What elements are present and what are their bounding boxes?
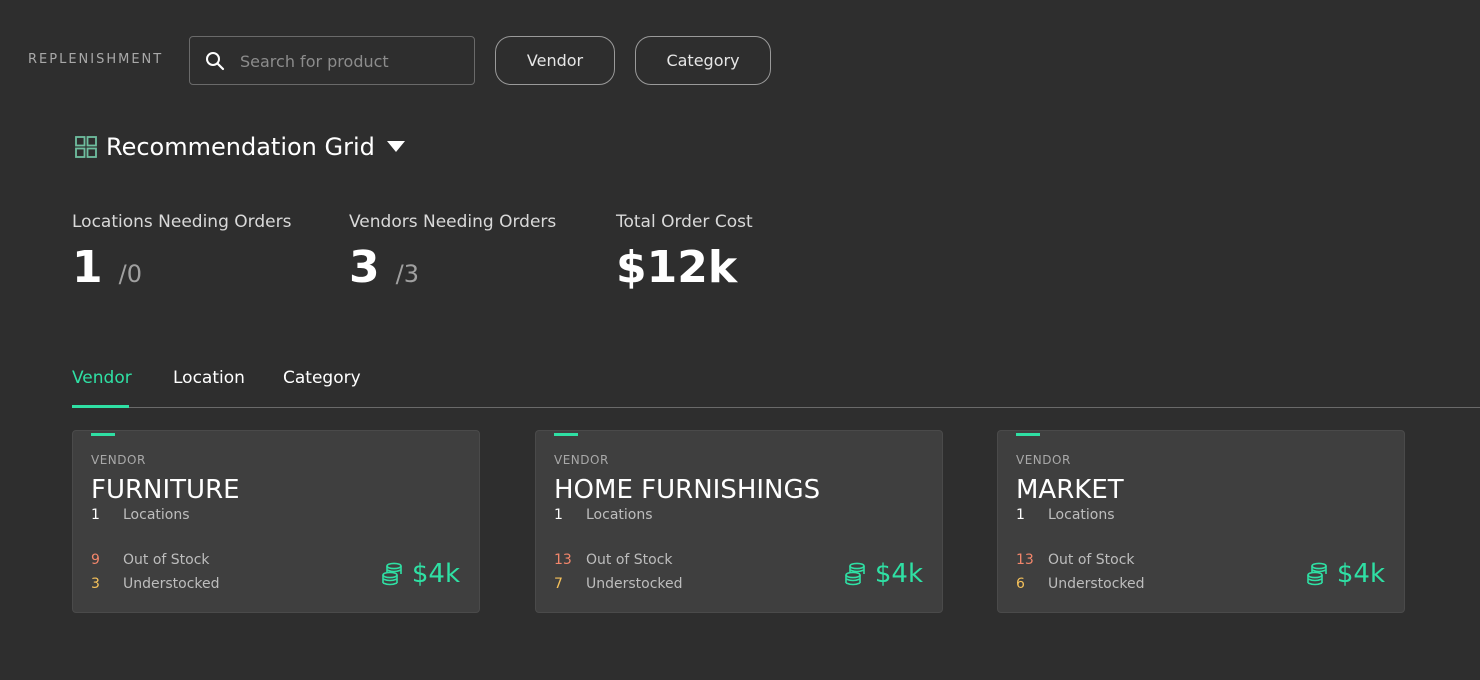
view-selector[interactable]: Recommendation Grid bbox=[74, 130, 405, 164]
out-of-stock-count: 9 bbox=[91, 552, 100, 568]
understocked-label: Understocked bbox=[123, 576, 220, 592]
metric-locations-needing-orders: Locations Needing Orders 1 /0 bbox=[72, 212, 291, 290]
grid-icon bbox=[75, 136, 97, 158]
tab-location[interactable]: Location bbox=[173, 368, 245, 388]
tab-category[interactable]: Category bbox=[283, 368, 361, 388]
tab-bar: Vendor Location Category bbox=[72, 364, 1480, 408]
card-cost: $4k bbox=[381, 559, 460, 589]
metric-label: Vendors Needing Orders bbox=[349, 212, 557, 232]
locations-count: 1 bbox=[554, 507, 563, 523]
cost-amount: $4k bbox=[411, 559, 460, 589]
card-out-of-stock: 9 Out of Stock bbox=[91, 552, 210, 568]
metric-total: /3 bbox=[395, 260, 419, 288]
metric-vendors-needing-orders: Vendors Needing Orders 3 /3 bbox=[349, 212, 556, 290]
card-out-of-stock: 13 Out of Stock bbox=[554, 552, 673, 568]
vendor-card-market[interactable]: VENDOR MARKET 1 Locations 13 Out of Stoc… bbox=[997, 430, 1405, 613]
app-label: REPLENISHMENT bbox=[28, 52, 164, 67]
metric-value: 3 bbox=[349, 242, 380, 293]
card-accent bbox=[91, 433, 115, 436]
locations-count: 1 bbox=[1016, 507, 1025, 523]
card-kicker: VENDOR bbox=[1016, 453, 1071, 467]
locations-label: Locations bbox=[123, 507, 190, 523]
search-icon bbox=[206, 52, 225, 71]
view-title: Recommendation Grid bbox=[106, 133, 375, 161]
caret-down-icon[interactable] bbox=[386, 141, 405, 153]
card-understocked: 7 Understocked bbox=[554, 576, 683, 592]
metric-value: $12k bbox=[616, 242, 738, 293]
understocked-count: 7 bbox=[554, 576, 563, 592]
locations-label: Locations bbox=[1048, 507, 1115, 523]
coins-icon bbox=[845, 562, 865, 586]
card-locations: 1 Locations bbox=[91, 507, 190, 523]
active-tab-indicator bbox=[72, 405, 129, 408]
vendor-card-home-furnishings[interactable]: VENDOR HOME FURNISHINGS 1 Locations 13 O… bbox=[535, 430, 943, 613]
cost-amount: $4k bbox=[1336, 559, 1385, 589]
vendor-card-furniture[interactable]: VENDOR FURNITURE 1 Locations 9 Out of St… bbox=[72, 430, 480, 613]
search-box[interactable] bbox=[189, 36, 475, 85]
out-of-stock-count: 13 bbox=[1016, 552, 1034, 568]
search-input[interactable] bbox=[240, 47, 460, 75]
cost-amount: $4k bbox=[874, 559, 923, 589]
metric-total-order-cost: Total Order Cost $12k bbox=[616, 212, 753, 290]
category-filter-button[interactable]: Category bbox=[635, 36, 771, 85]
card-kicker: VENDOR bbox=[91, 453, 146, 467]
locations-label: Locations bbox=[586, 507, 653, 523]
metric-total: /0 bbox=[118, 260, 142, 288]
card-cost: $4k bbox=[1306, 559, 1385, 589]
out-of-stock-label: Out of Stock bbox=[123, 552, 210, 568]
understocked-count: 3 bbox=[91, 576, 100, 592]
understocked-label: Understocked bbox=[1048, 576, 1145, 592]
card-locations: 1 Locations bbox=[1016, 507, 1115, 523]
card-accent bbox=[1016, 433, 1040, 436]
card-understocked: 3 Understocked bbox=[91, 576, 220, 592]
tab-vendor[interactable]: Vendor bbox=[72, 368, 132, 388]
out-of-stock-label: Out of Stock bbox=[1048, 552, 1135, 568]
metric-label: Locations Needing Orders bbox=[72, 212, 292, 232]
card-understocked: 6 Understocked bbox=[1016, 576, 1145, 592]
coins-icon bbox=[1307, 562, 1327, 586]
card-cost: $4k bbox=[844, 559, 923, 589]
card-title: FURNITURE bbox=[91, 475, 240, 505]
metric-value: 1 bbox=[72, 242, 103, 293]
card-out-of-stock: 13 Out of Stock bbox=[1016, 552, 1135, 568]
coins-icon bbox=[382, 562, 402, 586]
out-of-stock-label: Out of Stock bbox=[586, 552, 673, 568]
card-locations: 1 Locations bbox=[554, 507, 653, 523]
top-bar: REPLENISHMENT Vendor Category bbox=[0, 0, 1480, 120]
card-title: HOME FURNISHINGS bbox=[554, 475, 821, 505]
card-accent bbox=[554, 433, 578, 436]
vendor-filter-button[interactable]: Vendor bbox=[495, 36, 615, 85]
understocked-label: Understocked bbox=[586, 576, 683, 592]
out-of-stock-count: 13 bbox=[554, 552, 572, 568]
locations-count: 1 bbox=[91, 507, 100, 523]
card-kicker: VENDOR bbox=[554, 453, 609, 467]
metric-label: Total Order Cost bbox=[616, 212, 753, 232]
understocked-count: 6 bbox=[1016, 576, 1025, 592]
card-title: MARKET bbox=[1016, 475, 1124, 505]
